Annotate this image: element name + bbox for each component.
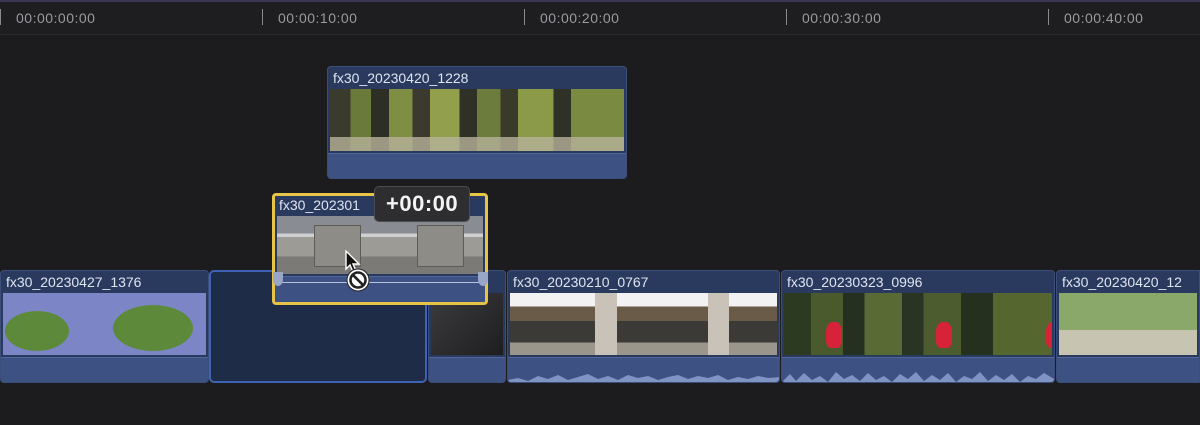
clip-thumbnail xyxy=(3,293,206,355)
clip-filmstrip xyxy=(3,293,206,355)
clip-filmstrip xyxy=(784,293,1052,355)
ruler-tick xyxy=(1048,9,1049,25)
storyline-clip-3[interactable]: fx30_20230210_0767 xyxy=(507,270,780,383)
ruler-label-2: 00:00:20:00 xyxy=(540,10,620,26)
waveform-graphic xyxy=(782,372,1054,382)
clip-thumbnail xyxy=(277,216,483,274)
audio-waveform xyxy=(782,357,1054,382)
audio-waveform xyxy=(328,153,626,178)
ruler-tick xyxy=(524,9,525,25)
audio-waveform xyxy=(275,276,485,302)
audio-waveform xyxy=(1,357,208,382)
drag-offset-timecode: +00:00 xyxy=(374,186,471,222)
fade-handle-left[interactable] xyxy=(273,272,283,286)
clip-thumbnail xyxy=(510,293,777,355)
ruler-tick xyxy=(786,9,787,25)
audio-waveform xyxy=(429,357,505,382)
clip-filmstrip xyxy=(330,89,624,151)
clip-name: fx30_20230323_0996 xyxy=(787,274,923,290)
clip-filmstrip xyxy=(1059,293,1197,355)
clip-name: fx30_20230420_12 xyxy=(1062,274,1182,290)
ruler-label-0: 00:00:00:00 xyxy=(16,10,96,26)
audio-waveform xyxy=(1057,357,1199,382)
clip-name: fx30_20230210_0767 xyxy=(513,274,649,290)
clip-name: fx30_202301 xyxy=(279,197,360,213)
clip-filmstrip xyxy=(510,293,777,355)
fade-handle-right[interactable] xyxy=(478,272,488,286)
storyline-clip-4[interactable]: fx30_20230323_0996 xyxy=(781,270,1055,383)
storyline-clip-5[interactable]: fx30_20230420_12 xyxy=(1056,270,1200,383)
audio-waveform xyxy=(508,357,779,382)
clip-thumbnail xyxy=(784,293,1052,355)
storyline-clip-1[interactable]: fx30_20230427_1376 xyxy=(0,270,209,383)
clip-name: fx30_20230427_1376 xyxy=(6,274,142,290)
clip-thumbnail xyxy=(1059,293,1197,355)
ruler-label-3: 00:00:30:00 xyxy=(802,10,882,26)
timeline-ruler[interactable]: 00:00:00:00 00:00:10:00 00:00:20:00 00:0… xyxy=(0,0,1200,35)
ruler-tick xyxy=(262,9,263,25)
clip-thumbnail xyxy=(330,89,624,151)
ruler-label-4: 00:00:40:00 xyxy=(1064,10,1144,26)
prohibited-icon xyxy=(346,268,370,292)
volume-line[interactable] xyxy=(281,282,479,283)
waveform-graphic xyxy=(508,374,779,382)
ruler-top-line xyxy=(0,0,1200,2)
clip-filmstrip xyxy=(277,216,483,274)
ruler-tick xyxy=(0,9,1,25)
ruler-label-1: 00:00:10:00 xyxy=(278,10,358,26)
clip-name: fx30_20230420_1228 xyxy=(333,70,469,86)
connected-clip[interactable]: fx30_20230420_1228 xyxy=(327,66,627,179)
